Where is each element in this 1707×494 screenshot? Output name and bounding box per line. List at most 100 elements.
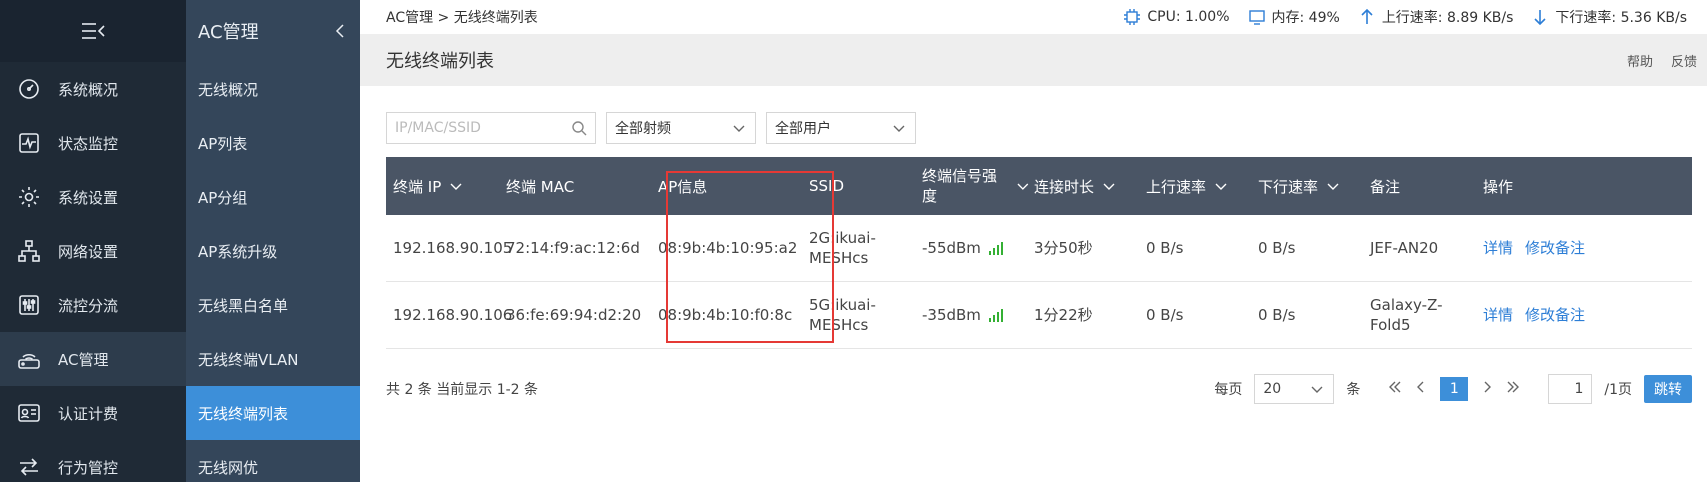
nav-item-label: 认证计费 [58, 404, 119, 423]
submenu-header: AC管理 [186, 0, 360, 62]
page-jump-input[interactable]: 1 [1548, 374, 1593, 404]
filter-bar: IP/MAC/SSID 全部射频 全部用户 [386, 112, 916, 144]
double-chevron-right-icon [1507, 381, 1520, 393]
sliders-icon [16, 292, 42, 318]
submenu-item-terminal-list[interactable]: 无线终端列表 [186, 386, 360, 440]
current-page-button[interactable]: 1 [1440, 377, 1469, 401]
cpu-value: CPU: 1.00% [1147, 9, 1230, 25]
last-page-button[interactable] [1506, 380, 1520, 398]
submenu-item-ap-group[interactable]: AP分组 [186, 170, 360, 224]
first-page-button[interactable] [1388, 380, 1402, 398]
header-upload[interactable]: 上行速率 [1146, 157, 1228, 215]
submenu-item-vlan[interactable]: 无线终端VLAN [186, 332, 360, 386]
cell-ssid: 2G:ikuai-MESHcs [809, 229, 876, 267]
nav-item-label: 流控分流 [58, 296, 119, 315]
header-label: 连接时长 [1034, 177, 1095, 196]
arrow-down-icon [1534, 10, 1546, 26]
monitor-icon [16, 130, 42, 156]
nav-item-ac[interactable]: AC管理 [0, 332, 186, 386]
cell-ap: 08:9b:4b:10:f0:8c [658, 306, 793, 324]
cell-ops: 详情 修改备注 [1483, 215, 1597, 281]
nav-item-label: 状态监控 [58, 134, 119, 153]
table-row: 192.168.90.106 36:fe:69:94:d2:20 08:9b:4… [386, 282, 1692, 349]
nav-item-label: 网络设置 [58, 242, 119, 261]
help-link[interactable]: 帮助 [1627, 51, 1653, 70]
menu-collapse-icon [82, 23, 105, 39]
chevron-down-icon [893, 125, 905, 132]
header-label: AP信息 [658, 177, 708, 196]
per-page-select[interactable]: 20 [1254, 374, 1335, 404]
submenu-item-ap-list[interactable]: AP列表 [186, 116, 360, 170]
arrows-icon [16, 454, 42, 480]
upload-stat: 上行速率: 8.89 KB/s [1358, 7, 1513, 27]
cell-signal: -55dBm [922, 215, 1003, 281]
user-select[interactable]: 全部用户 [766, 112, 916, 144]
cell-download: 0 B/s [1258, 239, 1296, 257]
chevron-left-icon[interactable] [332, 23, 348, 39]
header-label: 终端 IP [393, 177, 442, 196]
cell-ssid: 5G:ikuai-MESHcs [809, 296, 876, 334]
nav-item-overview[interactable]: 系统概况 [0, 62, 186, 116]
feedback-link[interactable]: 反馈 [1671, 51, 1697, 70]
download-value: 下行速率: 5.36 KB/s [1555, 10, 1687, 26]
double-chevron-left-icon [1389, 381, 1401, 393]
submenu-item-optimize[interactable]: 无线网优 [186, 440, 360, 494]
header-label: 终端信号强度 [922, 167, 998, 205]
per-page-label: 每页 [1214, 382, 1243, 398]
nav-item-network[interactable]: 网络设置 [0, 224, 186, 278]
search-icon[interactable] [571, 120, 587, 136]
gauge-icon [16, 76, 42, 102]
cell-ops: 详情 修改备注 [1483, 282, 1597, 348]
search-input[interactable]: IP/MAC/SSID [386, 112, 596, 144]
gear-icon [16, 184, 42, 210]
band-select-value: 全部射频 [615, 121, 671, 137]
breadcrumb: AC管理 > 无线终端列表 [386, 10, 538, 26]
signal-bars-icon [988, 308, 1003, 322]
main-content: AC管理 > 无线终端列表 CPU: 1.00% 内存: 49% 上行速率: 8… [360, 0, 1707, 482]
cell-duration: 3分50秒 [1034, 239, 1093, 257]
nav-item-flow[interactable]: 流控分流 [0, 278, 186, 332]
header-download[interactable]: 下行速率 [1258, 157, 1340, 215]
cell-download: 0 B/s [1258, 306, 1296, 324]
detail-link[interactable]: 详情 [1483, 305, 1513, 325]
search-placeholder: IP/MAC/SSID [395, 120, 481, 136]
cell-ap: 08:9b:4b:10:95:a2 [658, 239, 798, 257]
chevron-down-icon [1215, 183, 1227, 190]
header-duration[interactable]: 连接时长 [1034, 157, 1116, 215]
submenu-item-overview[interactable]: 无线概况 [186, 62, 360, 116]
table-header: 终端 IP 终端 MAC AP信息 SSID 终端信号强度 连接时长 上行速率 … [386, 157, 1692, 215]
wifi-router-icon [16, 346, 42, 372]
per-page-unit: 条 [1346, 382, 1361, 398]
chevron-right-icon [1484, 381, 1492, 393]
page-jump-value: 1 [1574, 381, 1584, 397]
jump-button[interactable]: 跳转 [1644, 375, 1692, 403]
chevron-left-icon [1417, 381, 1424, 393]
detail-link[interactable]: 详情 [1483, 238, 1513, 258]
main-nav: 系统概况 状态监控 系统设置 网络设置 流控分流 AC管理 认证计费 行为管控 [0, 0, 186, 482]
signal-value: -55dBm [922, 239, 981, 257]
header-label: 操作 [1483, 177, 1514, 196]
nav-item-label: AC管理 [58, 350, 109, 369]
next-page-button[interactable] [1480, 380, 1494, 398]
submenu-item-blacklist[interactable]: 无线黑白名单 [186, 278, 360, 332]
edit-note-link[interactable]: 修改备注 [1525, 305, 1585, 325]
cell-upload: 0 B/s [1146, 306, 1184, 324]
nav-item-monitor[interactable]: 状态监控 [0, 116, 186, 170]
nav-item-auth[interactable]: 认证计费 [0, 386, 186, 440]
cell-ip: 192.168.90.105 [393, 239, 513, 257]
nav-item-label: 行为管控 [58, 458, 119, 477]
chevron-down-icon [733, 125, 745, 132]
band-select[interactable]: 全部射频 [606, 112, 756, 144]
prev-page-button[interactable] [1414, 380, 1428, 398]
edit-note-link[interactable]: 修改备注 [1525, 238, 1585, 258]
submenu-item-ap-upgrade[interactable]: AP系统升级 [186, 224, 360, 278]
header-ip[interactable]: 终端 IP [393, 157, 463, 215]
header-signal[interactable]: 终端信号强度 [922, 157, 1030, 215]
menu-toggle[interactable] [0, 0, 186, 62]
pagination: 每页 20 条 1 1 /1页 跳转 [1214, 373, 1692, 405]
nav-item-settings[interactable]: 系统设置 [0, 170, 186, 224]
memory-stat: 内存: 49% [1248, 7, 1340, 27]
nav-item-behavior[interactable]: 行为管控 [0, 440, 186, 494]
terminal-table: 终端 IP 终端 MAC AP信息 SSID 终端信号强度 连接时长 上行速率 … [386, 157, 1692, 349]
id-card-icon [16, 400, 42, 426]
